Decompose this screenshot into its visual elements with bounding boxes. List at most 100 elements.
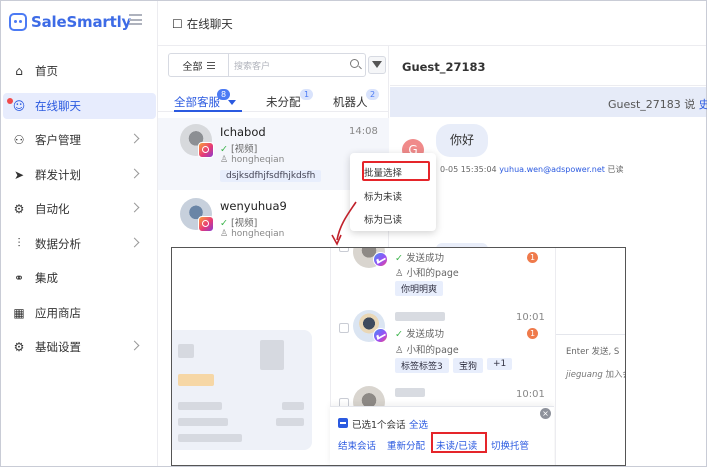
- sidebar-item-analytics[interactable]: ⫶ 数据分析: [3, 231, 156, 257]
- filter-select[interactable]: 全部: [169, 54, 229, 76]
- blurred-name: [395, 388, 425, 397]
- list-tabs: 全部客服 8 未分配 1 机器人 2: [158, 86, 389, 112]
- blur-block: [282, 402, 304, 410]
- select-all-link[interactable]: 全选: [409, 417, 428, 431]
- send-icon: ➤: [13, 167, 25, 182]
- instagram-icon: [198, 142, 214, 158]
- tab-all-agents[interactable]: 全部客服 8: [174, 89, 236, 110]
- tab-badge: 2: [366, 89, 380, 100]
- search-icon[interactable]: [350, 59, 359, 68]
- sidebar-item-integration[interactable]: ⚭ 集成: [3, 265, 156, 291]
- caret-down-icon: [227, 100, 236, 105]
- list-filter-icon: [206, 61, 215, 69]
- funnel-icon[interactable]: [368, 56, 386, 74]
- row-checkbox[interactable]: [339, 248, 349, 252]
- unread-badge: 1: [527, 328, 538, 339]
- read-status: 已读: [607, 165, 624, 174]
- last-message: ✓ [视频]: [220, 215, 257, 229]
- tab-label: 机器人: [333, 95, 368, 109]
- sidebar-item-app-store[interactable]: ▦ 应用商店: [3, 300, 156, 326]
- tab-badge: 1: [300, 89, 314, 100]
- sidebar-item-label: 基础设置: [35, 340, 81, 354]
- conversation-tag[interactable]: dsjksdfhjfsdfhjkdsfh: [220, 170, 322, 182]
- system-message-text: Guest_27183 说 史: [608, 96, 707, 112]
- sidebar-item-chat[interactable]: ☺ 在线聊天: [3, 92, 156, 119]
- tab-badge: 8: [217, 89, 231, 100]
- top-header: ☐ 在线聊天: [158, 1, 706, 46]
- joined-agent: jieguang: [566, 370, 603, 380]
- assignee: ♙ hongheqian: [220, 229, 284, 239]
- check-icon: ✓: [395, 329, 403, 340]
- sidebar-item-settings[interactable]: ⚙ 基础设置: [3, 334, 156, 360]
- system-message: Guest_27183 说 史: [390, 87, 707, 117]
- brand[interactable]: SaleSmartly: [9, 11, 131, 33]
- send-status-text: 发送成功: [405, 253, 444, 264]
- user-icon: ♙: [220, 229, 229, 239]
- blurred-name: [395, 312, 445, 321]
- chevron-right-icon: [129, 340, 140, 351]
- sidebar-item-customers[interactable]: ⚇ 客户管理: [3, 127, 156, 153]
- sidebar-item-broadcast[interactable]: ➤ 群发计划: [3, 162, 156, 188]
- blur-block: [178, 374, 214, 386]
- collapse-menu-icon[interactable]: [129, 14, 142, 25]
- zoomed-chat-area: Enter 发送, S jieguang 加入会话: [555, 248, 625, 465]
- apps-icon: ▦: [13, 305, 25, 320]
- row-checkbox[interactable]: [339, 323, 349, 333]
- menu-item-mark-unread[interactable]: 标为未读: [364, 189, 402, 203]
- blur-block: [260, 340, 284, 370]
- more-tags[interactable]: +1: [487, 358, 513, 370]
- menu-item-mark-read[interactable]: 标为已读: [364, 212, 402, 226]
- sidebar-item-label: 集成: [35, 271, 58, 285]
- assignee: ♙ hongheqian: [220, 155, 284, 165]
- chevron-right-icon: [129, 237, 140, 247]
- tab-unassigned[interactable]: 未分配 1: [266, 89, 314, 110]
- page-name: 小和的page: [406, 345, 459, 356]
- end-conversation-button[interactable]: 结束会话: [338, 438, 376, 452]
- contact-name: Ichabod: [220, 125, 266, 139]
- check-icon: ✓: [395, 253, 403, 264]
- sidebar-item-home[interactable]: ⌂ 首页: [3, 58, 156, 84]
- conversation-tag[interactable]: 标签标签3: [395, 358, 449, 373]
- tab-bots[interactable]: 机器人 2: [333, 89, 380, 110]
- check-icon: ✓: [220, 218, 228, 229]
- message-meta: 0-05 15:35:04 yuhua.wen@adspower.net 已读: [440, 164, 623, 175]
- chat-bubble-icon: ☐: [172, 17, 183, 31]
- sidebar-item-label: 在线聊天: [35, 98, 81, 113]
- page-title-text: 在线聊天: [186, 17, 233, 31]
- chat-icon: ☺: [12, 98, 26, 113]
- send-status-text: 发送成功: [405, 329, 444, 340]
- switch-hosting-button[interactable]: 切换托管: [491, 438, 529, 452]
- batch-checkbox[interactable]: [338, 418, 348, 428]
- blur-block: [178, 402, 222, 410]
- join-notice: jieguang 加入会话: [566, 368, 625, 380]
- sidebar-item-automation[interactable]: ⚙ 自动化: [3, 196, 156, 222]
- send-status: ✓ 发送成功: [395, 326, 444, 340]
- page-source: ♙ 小和的page: [395, 342, 459, 356]
- system-message-link[interactable]: 史: [699, 98, 707, 111]
- blur-block: [178, 418, 228, 426]
- sidebar-item-label: 自动化: [35, 202, 70, 216]
- chevron-right-icon: [129, 133, 140, 144]
- send-status: ✓ 发送成功: [395, 250, 444, 264]
- active-tab-indicator: [174, 110, 242, 112]
- blur-block: [178, 344, 194, 358]
- close-icon[interactable]: ×: [540, 408, 551, 419]
- unread-badge: 1: [527, 252, 538, 263]
- conversation-tag[interactable]: 你明明爽: [395, 281, 444, 296]
- page-title: ☐ 在线聊天: [172, 16, 233, 32]
- contact-name: wenyuhua9: [220, 199, 287, 213]
- selected-count: 已选1个会话: [352, 420, 406, 431]
- user-icon: ♙: [395, 268, 407, 279]
- sidebar-item-label: 数据分析: [35, 236, 81, 251]
- sidebar-nav: ⌂ 首页 ☺ 在线聊天 ⚇ 客户管理 ➤ 群发计划 ⚙ 自动化 ⫶ 数据分析 ⚭…: [1, 58, 158, 369]
- message-timestamp: 0-05 15:35:04: [440, 165, 497, 174]
- batch-action-bar: 已选1个会话 全选 结束会话 重新分配 未读/已读 切换托管: [330, 406, 554, 465]
- reassign-button[interactable]: 重新分配: [387, 438, 425, 452]
- conversation-tag[interactable]: 宝狗: [453, 358, 484, 373]
- search-input[interactable]: 搜索客户: [229, 54, 365, 76]
- agent-email: yuhua.wen@adspower.net: [499, 165, 605, 174]
- filter-label: 全部: [182, 61, 203, 73]
- blurred-area: [172, 248, 330, 465]
- messenger-icon: [373, 252, 388, 267]
- assignee-name: hongheqian: [231, 155, 285, 165]
